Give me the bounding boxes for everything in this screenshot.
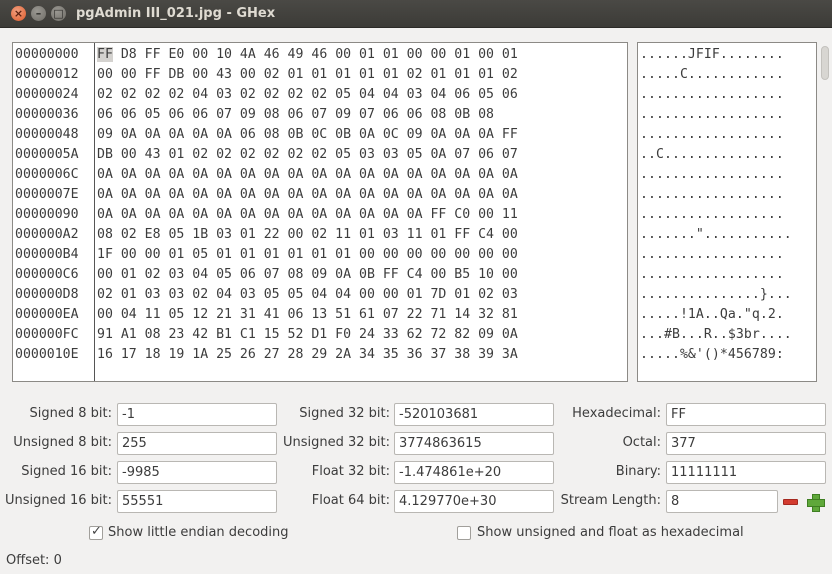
- hex-bytes-row[interactable]: 00 01 02 03 04 05 06 07 08 09 0A 0B FF C…: [97, 265, 518, 285]
- ascii-row[interactable]: ..................: [640, 85, 784, 105]
- ascii-view[interactable]: ......JFIF........ .....C................…: [637, 42, 817, 382]
- offset-cell: 000000FC: [15, 327, 79, 342]
- signed-16-label: Signed 16 bit:: [21, 464, 112, 479]
- hex-bytes-row[interactable]: 0A 0A 0A 0A 0A 0A 0A 0A 0A 0A 0A 0A 0A 0…: [97, 205, 518, 225]
- offset-cell: 00000090: [15, 207, 79, 222]
- hex-bytes-row[interactable]: 06 06 05 06 06 07 09 08 06 07 09 07 06 0…: [97, 105, 494, 125]
- little-endian-checkbox[interactable]: [89, 524, 103, 540]
- hex-bytes-rest[interactable]: D8 FF E0 00 10 4A 46 49 46 00 01 01 00 0…: [113, 47, 518, 62]
- ascii-row[interactable]: ......."...........: [640, 225, 792, 245]
- plus-icon: [807, 494, 825, 512]
- offset-cell: 00000048: [15, 127, 79, 142]
- unsigned-32-label: Unsigned 32 bit:: [282, 435, 390, 450]
- signed-8-label: Signed 8 bit:: [29, 406, 112, 421]
- unsigned-8-label: Unsigned 8 bit:: [13, 435, 112, 450]
- ascii-row[interactable]: ..................: [640, 265, 784, 285]
- hex-bytes-row[interactable]: 09 0A 0A 0A 0A 0A 06 08 0B 0C 0B 0A 0C 0…: [97, 125, 518, 145]
- unsigned-hex-checkbox[interactable]: [457, 526, 471, 540]
- ascii-row[interactable]: ..................: [640, 125, 784, 145]
- offset-cell: 0000010E: [15, 347, 79, 362]
- ascii-row[interactable]: ......JFIF........: [640, 45, 784, 65]
- offset-cell: 0000005A: [15, 147, 79, 162]
- hex-bytes-row[interactable]: 02 01 03 03 02 04 03 05 05 04 04 00 00 0…: [97, 285, 518, 305]
- unsigned-hex-label[interactable]: Show unsigned and float as hexadecimal: [477, 525, 744, 541]
- hex-bytes-row[interactable]: 00 00 FF DB 00 43 00 02 01 01 01 01 01 0…: [97, 65, 518, 85]
- offset-cell: 000000B4: [15, 247, 79, 262]
- ascii-row[interactable]: ..................: [640, 185, 784, 205]
- unsigned-8-field[interactable]: 255: [117, 432, 277, 455]
- ascii-row[interactable]: ..................: [640, 165, 784, 185]
- offset-cell: 000000EA: [15, 307, 79, 322]
- status-offset: Offset: 0: [6, 553, 62, 568]
- ascii-row[interactable]: ...............}...: [640, 285, 792, 305]
- signed-32-label: Signed 32 bit:: [299, 406, 390, 421]
- hex-bytes-row[interactable]: 0A 0A 0A 0A 0A 0A 0A 0A 0A 0A 0A 0A 0A 0…: [97, 185, 518, 205]
- vertical-scrollbar[interactable]: [818, 42, 832, 382]
- offset-cell: 00000036: [15, 107, 79, 122]
- window-title: pgAdmin III_021.jpg - GHex: [76, 6, 276, 21]
- ascii-row[interactable]: .....%&'()*456789:: [640, 345, 784, 365]
- hexadecimal-field[interactable]: FF: [666, 403, 826, 426]
- ascii-row[interactable]: .....C............: [640, 65, 784, 85]
- hex-view[interactable]: 00000000 00000012 00000024 00000036 00000048…: [12, 42, 628, 382]
- octal-field[interactable]: 377: [666, 432, 826, 455]
- minus-icon: [782, 499, 798, 505]
- hex-bytes-row[interactable]: 1F 00 00 01 05 01 01 01 01 01 01 00 00 0…: [97, 245, 518, 265]
- offset-cell: 0000007E: [15, 187, 79, 202]
- float-64-field[interactable]: 4.129770e+30: [394, 490, 554, 513]
- offset-cell: 00000024: [15, 87, 79, 102]
- ascii-row[interactable]: ..C...............: [640, 145, 784, 165]
- ascii-row[interactable]: ..................: [640, 105, 784, 125]
- hex-bytes-row[interactable]: 0A 0A 0A 0A 0A 0A 0A 0A 0A 0A 0A 0A 0A 0…: [97, 165, 518, 185]
- hex-bytes-row[interactable]: 00 04 11 05 12 21 31 41 06 13 51 61 07 2…: [97, 305, 518, 325]
- hex-bytes-row[interactable]: FF D8 FF E0 00 10 4A 46 49 46 00 01 01 0…: [97, 45, 518, 65]
- offset-cell: 00000000: [15, 47, 79, 62]
- byte-column[interactable]: FF D8 FF E0 00 10 4A 46 49 46 00 01 01 0…: [96, 43, 627, 381]
- close-icon[interactable]: ×: [11, 6, 26, 21]
- stream-length-field[interactable]: 8: [666, 490, 778, 513]
- little-endian-label[interactable]: Show little endian decoding: [108, 525, 289, 541]
- hex-bytes-row[interactable]: 08 02 E8 05 1B 03 01 22 00 02 11 01 03 1…: [97, 225, 518, 245]
- ascii-row[interactable]: ..................: [640, 245, 784, 265]
- stream-length-decrement-button[interactable]: [779, 491, 801, 513]
- offset-cell: 0000006C: [15, 167, 79, 182]
- minimize-icon[interactable]: –: [31, 6, 46, 21]
- ascii-row[interactable]: ...#B...R..$3br....: [640, 325, 792, 345]
- offset-column: 00000000 00000012 00000024 00000036 00000048…: [13, 43, 95, 381]
- ascii-row[interactable]: ..................: [640, 205, 784, 225]
- hex-bytes-row[interactable]: 16 17 18 19 1A 25 26 27 28 29 2A 34 35 3…: [97, 345, 518, 365]
- hex-bytes-row[interactable]: 91 A1 08 23 42 B1 C1 15 52 D1 F0 24 33 6…: [97, 325, 518, 345]
- unsigned-16-field[interactable]: 55551: [117, 490, 277, 513]
- hexadecimal-label: Hexadecimal:: [572, 406, 661, 421]
- unsigned-32-field[interactable]: 3774863615: [394, 432, 554, 455]
- ascii-row[interactable]: .....!1A..Qa."q.2.: [640, 305, 784, 325]
- offset-cell: 000000C6: [15, 267, 79, 282]
- offset-cell: 000000A2: [15, 227, 79, 242]
- hex-bytes-row[interactable]: 02 02 02 02 04 03 02 02 02 02 05 04 04 0…: [97, 85, 518, 105]
- signed-8-field[interactable]: -1: [117, 403, 277, 426]
- offset-cell: 00000012: [15, 67, 79, 82]
- maximize-icon[interactable]: □: [51, 6, 66, 21]
- unsigned-16-label: Unsigned 16 bit:: [4, 493, 112, 508]
- float-32-label: Float 32 bit:: [311, 464, 390, 479]
- binary-field[interactable]: 11111111: [666, 461, 826, 484]
- stream-length-increment-button[interactable]: [804, 491, 826, 513]
- octal-label: Octal:: [622, 435, 661, 450]
- hex-bytes-row[interactable]: DB 00 43 01 02 02 02 02 02 02 05 03 03 0…: [97, 145, 518, 165]
- title-bar: × – □ pgAdmin III_021.jpg - GHex: [0, 0, 832, 28]
- signed-16-field[interactable]: -9985: [117, 461, 277, 484]
- signed-32-field[interactable]: -520103681: [394, 403, 554, 426]
- stream-length-label: Stream Length:: [560, 493, 661, 508]
- float-32-field[interactable]: -1.474861e+20: [394, 461, 554, 484]
- offset-cell: 000000D8: [15, 287, 79, 302]
- binary-label: Binary:: [615, 464, 661, 479]
- float-64-label: Float 64 bit:: [311, 493, 390, 508]
- scrollbar-thumb[interactable]: [821, 46, 829, 80]
- cursor-byte[interactable]: FF: [97, 47, 113, 62]
